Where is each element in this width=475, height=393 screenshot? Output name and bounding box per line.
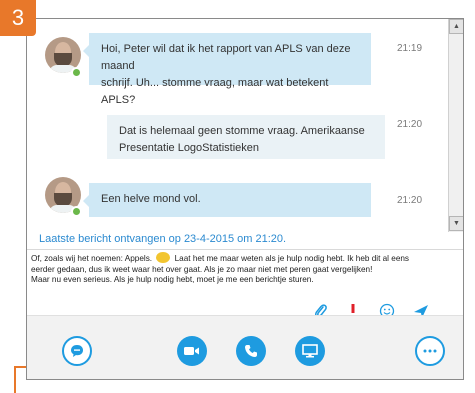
message-text: Een helve mond vol. (101, 193, 201, 205)
ellipsis-icon (423, 349, 437, 353)
video-call-button[interactable] (177, 336, 207, 366)
message-bubble: Hoi, Peter wil dat ik het rapport van AP… (83, 33, 371, 106)
conversation-window: Hoi, Peter wil dat ik het rapport van AP… (26, 18, 464, 380)
step-badge: 3 (0, 0, 36, 36)
compose-text: Maar nu even serieus. Als je hulp nodig … (31, 275, 314, 284)
message-time: 21:19 (397, 43, 423, 54)
chat-button[interactable] (62, 336, 92, 366)
vertical-scrollbar[interactable]: ▲ ▼ (448, 19, 463, 232)
more-options-button[interactable] (415, 336, 445, 366)
monitor-icon (302, 344, 318, 358)
message-text: Presentatie LogoStatistieken (119, 142, 260, 154)
message-text: schrijf. Uh... stomme vraag, maar wat be… (101, 77, 329, 106)
audio-call-button[interactable] (236, 336, 266, 366)
conversation-history: Hoi, Peter wil dat ik het rapport van AP… (27, 19, 448, 232)
message-time: 21:20 (397, 119, 423, 130)
message-text: Dat is helemaal geen stomme vraag. Ameri… (119, 125, 365, 137)
presence-icon (71, 67, 82, 78)
video-camera-icon (184, 347, 199, 355)
message-bubble: Dat is helemaal geen stomme vraag. Ameri… (107, 115, 385, 159)
compose-text: Laat het me maar weten als je hulp nodig… (174, 254, 410, 263)
message-bubble: Een helve mond vol. (83, 183, 371, 217)
scroll-up-arrow-icon[interactable]: ▲ (449, 19, 463, 34)
last-message-status: Laatste bericht ontvangen op 23-4-2015 o… (27, 232, 463, 250)
scroll-down-arrow-icon[interactable]: ▼ (449, 216, 463, 231)
callout-line (14, 366, 16, 393)
compose-text: Of, zoals wij het noemen: Appels. (31, 254, 153, 263)
phone-icon (245, 345, 257, 357)
message-time: 21:20 (397, 195, 423, 206)
message-text: Hoi, Peter wil dat ik het rapport van AP… (101, 43, 351, 72)
share-screen-button[interactable] (295, 336, 325, 366)
compose-input[interactable]: Of, zoals wij het noemen: Appels. Laat h… (31, 252, 459, 286)
chat-bubble-icon (71, 345, 83, 357)
call-toolbar (27, 315, 463, 379)
compose-text: eerder gedaan, dus ik weet waar het over… (31, 264, 373, 274)
presence-icon (71, 206, 82, 217)
emoticon-icon (156, 252, 171, 263)
